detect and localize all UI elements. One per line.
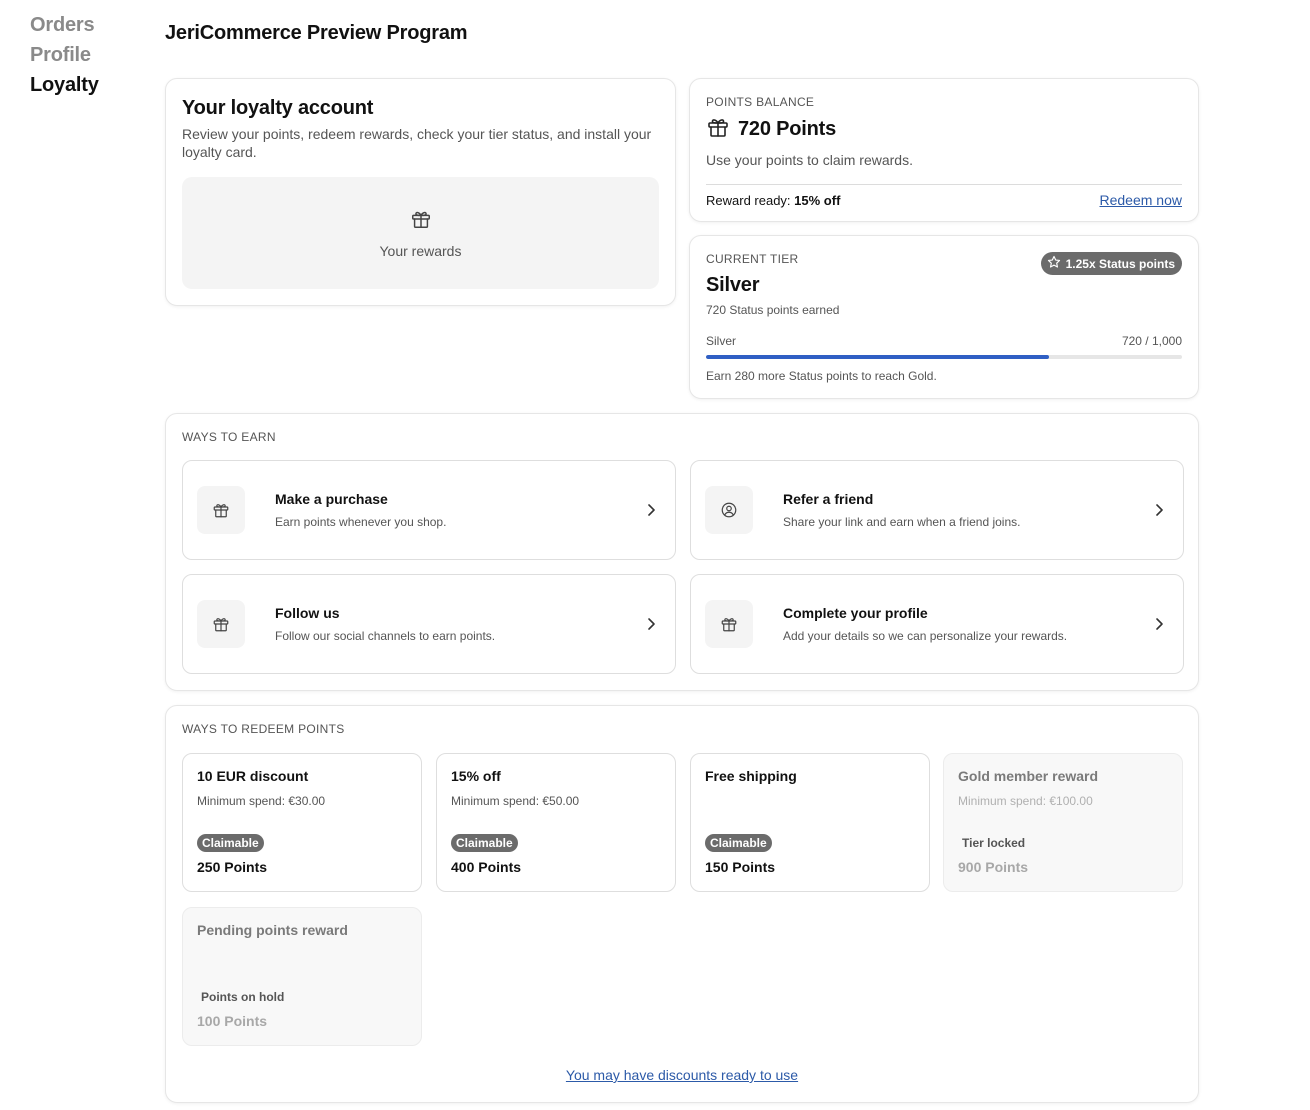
status-multiplier-label: 1.25x Status points [1065,256,1175,271]
redeem-item-points: 150 Points [705,859,776,875]
redeem-item-min-spend: Minimum spend: €50.00 [451,794,580,808]
ways-to-earn-section: WAYS TO EARN Make a purchase Earn points… [165,413,1199,691]
progress-label-count: 720 / 1,000 [1121,334,1182,348]
earn-item-title: Follow us [275,605,340,621]
ways-to-earn-heading: WAYS TO EARN [182,430,276,444]
your-rewards-label: Your rewards [379,242,462,259]
your-rewards-button[interactable]: Your rewards [182,177,659,289]
tier-earned: 720 Status points earned [706,303,840,317]
points-balance-value: 720 Points [738,118,837,140]
redeem-item-title: Gold member reward [958,768,1099,784]
gift-icon [197,486,245,534]
gift-icon [706,115,730,144]
divider [706,184,1182,185]
gift-icon [410,208,432,235]
gift-icon [705,600,753,648]
redeem-item-title: Pending points reward [197,922,348,938]
chevron-right-icon [641,617,661,631]
gift-icon [197,600,245,648]
redeem-item-points: 400 Points [451,859,522,875]
nav-item-profile[interactable]: Profile [30,40,99,70]
tier-hint: Earn 280 more Status points to reach Gol… [706,369,937,383]
redeem-item-min-spend: Minimum spend: €30.00 [197,794,326,808]
points-balance-eyebrow: POINTS BALANCE [706,95,815,109]
reward-ready-text: Reward ready: 15% off [706,193,840,208]
claimable-badge: Claimable [451,834,518,852]
redeem-item-title: 10 EUR discount [197,768,309,784]
points-balance-card: POINTS BALANCE 720 Points Use your point… [689,78,1199,222]
tier-locked-status: Tier locked [962,836,1026,850]
nav-item-orders[interactable]: Orders [30,10,99,40]
account-description: Review your points, redeem rewards, chec… [182,126,652,160]
claimable-badge: Claimable [197,834,264,852]
ways-to-redeem-heading: WAYS TO REDEEM POINTS [182,722,345,736]
redeem-item-points: 250 Points [197,859,268,875]
chevron-right-icon [641,503,661,517]
nav-item-loyalty[interactable]: Loyalty [30,70,99,100]
redeem-item-gold-member-reward: Gold member reward Minimum spend: €100.0… [943,753,1183,892]
earn-item-title: Complete your profile [783,605,928,621]
account-heading: Your loyalty account [182,97,374,119]
current-tier-card: CURRENT TIER 1.25x Status points Silver … [689,235,1199,399]
star-icon [1047,255,1066,272]
chevron-right-icon [1149,503,1169,517]
redeem-item-pending-points-reward: Pending points reward Points on hold 100… [182,907,422,1046]
points-on-hold-status: Points on hold [201,990,285,1004]
redeem-item-15-percent-off[interactable]: 15% off Minimum spend: €50.00 Claimable … [436,753,676,892]
redeem-item-title: Free shipping [705,768,797,784]
redeem-item-free-shipping[interactable]: Free shipping Claimable 150 Points [690,753,930,892]
reward-ready-prefix: Reward ready: [706,192,791,208]
earn-item-complete-profile[interactable]: Complete your profile Add your details s… [690,574,1184,674]
progress-label-current-tier: Silver [706,334,737,348]
tier-progress-fill [706,355,1049,359]
discounts-ready-link[interactable]: You may have discounts ready to use [566,1067,798,1083]
earn-item-title: Refer a friend [783,491,874,507]
points-balance-subtitle: Use your points to claim rewards. [706,152,913,168]
sidebar-nav: Orders Profile Loyalty [30,10,99,100]
earn-item-desc: Share your link and earn when a friend j… [783,515,1021,529]
redeem-item-points: 900 Points [958,859,1029,875]
earn-item-refer-friend[interactable]: Refer a friend Share your link and earn … [690,460,1184,560]
page-title: JeriCommerce Preview Program [165,22,468,44]
chevron-right-icon [1149,617,1169,631]
earn-item-desc: Earn points whenever you shop. [275,515,447,529]
status-multiplier-badge: 1.25x Status points [1040,252,1182,275]
earn-item-make-purchase[interactable]: Make a purchase Earn points whenever you… [182,460,676,560]
loyalty-account-card: Your loyalty account Review your points,… [165,78,676,306]
redeem-item-title: 15% off [451,768,501,784]
earn-item-desc: Follow our social channels to earn point… [275,629,496,643]
earn-item-follow-us[interactable]: Follow us Follow our social channels to … [182,574,676,674]
earn-item-title: Make a purchase [275,491,388,507]
user-circle-icon [705,486,753,534]
claimable-badge: Claimable [705,834,772,852]
earn-item-desc: Add your details so we can personalize y… [783,629,1068,643]
redeem-item-10-eur-discount[interactable]: 10 EUR discount Minimum spend: €30.00 Cl… [182,753,422,892]
tier-progress-bar [706,355,1182,359]
redeem-item-min-spend: Minimum spend: €100.00 [958,794,1093,808]
ways-to-redeem-section: WAYS TO REDEEM POINTS 10 EUR discount Mi… [165,705,1199,1103]
redeem-item-points: 100 Points [197,1013,268,1029]
tier-name: Silver [706,274,760,296]
redeem-now-link[interactable]: Redeem now [1100,192,1183,208]
reward-ready-value: 15% off [794,192,841,208]
